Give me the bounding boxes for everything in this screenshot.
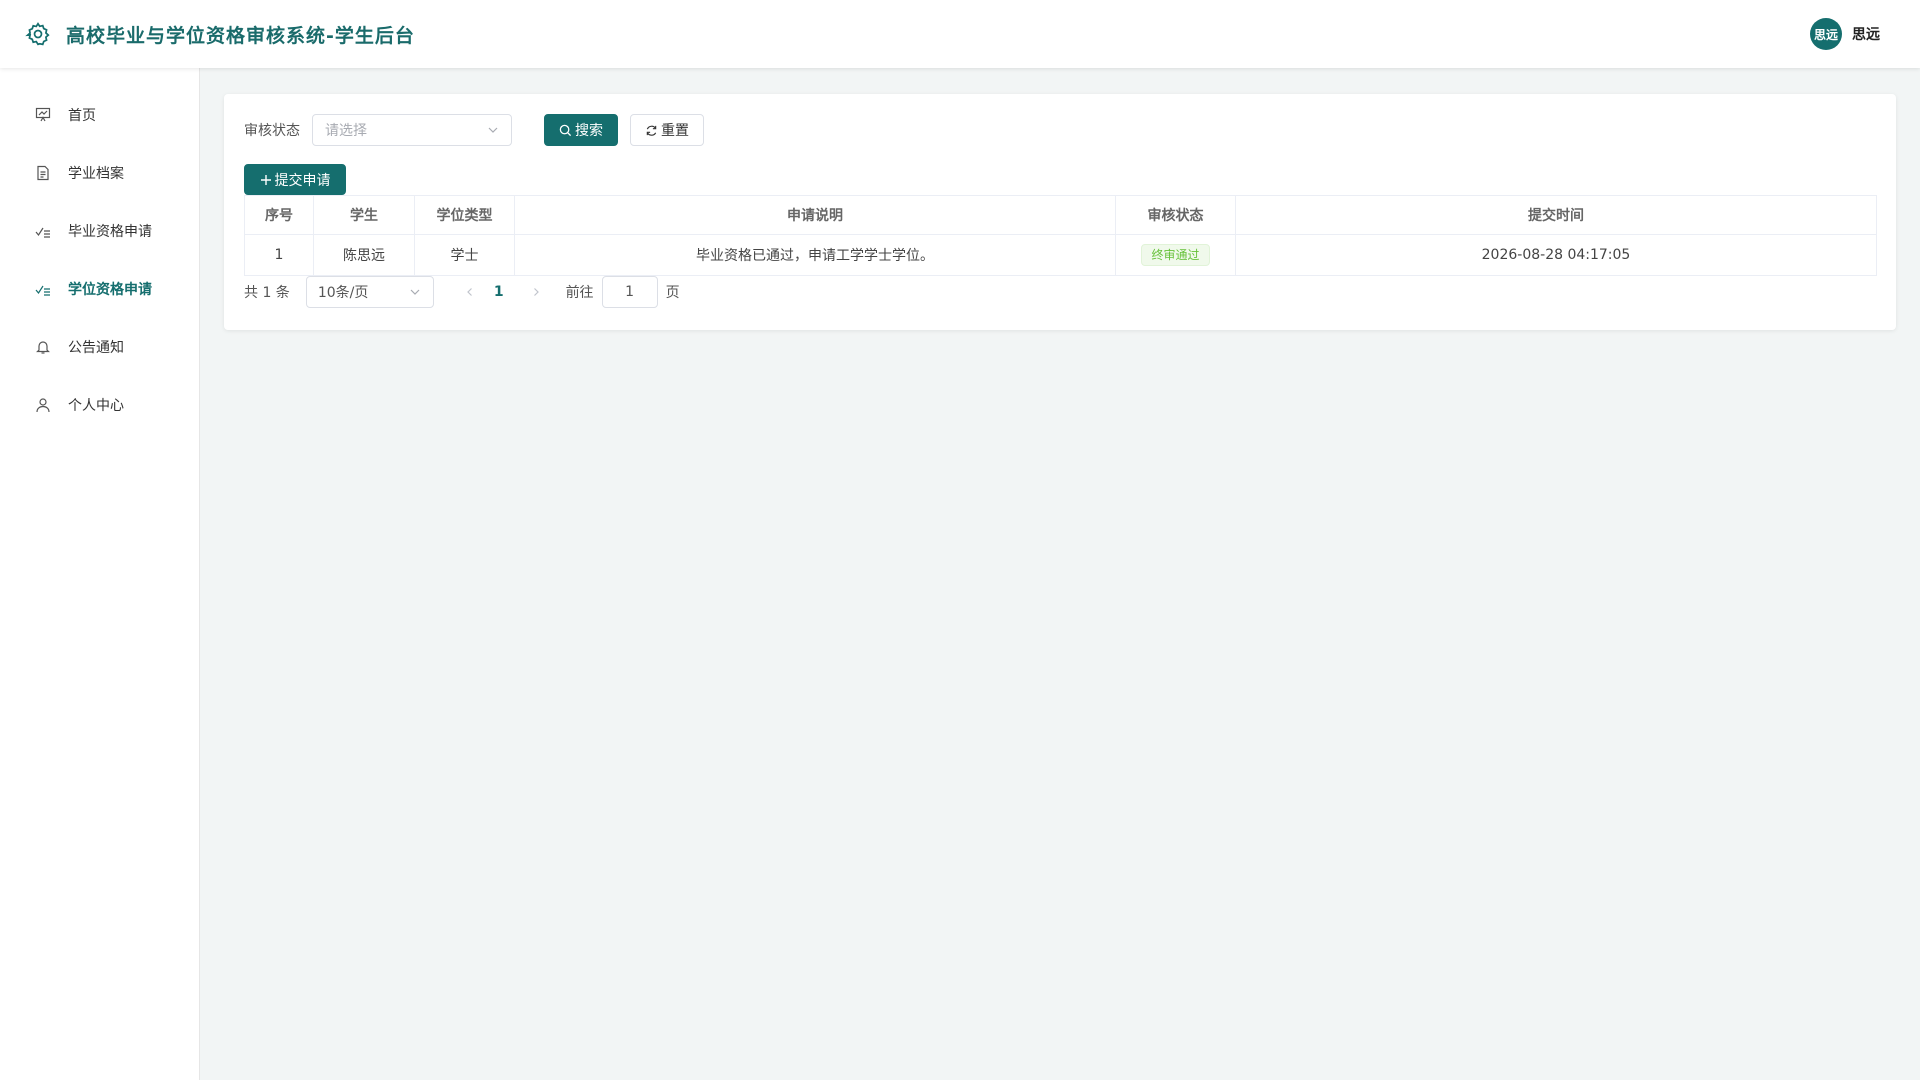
- presentation-icon: [34, 106, 52, 124]
- goto-label: 前往: [565, 285, 594, 301]
- user-menu[interactable]: 思远 思远: [1810, 18, 1880, 50]
- pagination: 共 1 条 10条/页 1 前往 页: [244, 276, 1876, 308]
- gear-icon: [24, 20, 52, 48]
- table-header-row: 序号 学生 学位类型 申请说明 审核状态 提交时间: [244, 195, 1877, 235]
- status-select-placeholder: 请选择: [325, 123, 367, 139]
- search-button[interactable]: 搜索: [544, 114, 618, 146]
- document-icon: [34, 164, 52, 182]
- cell-submitted-at: 2026-08-28 04:17:05: [1235, 234, 1877, 276]
- chevron-left-icon: [466, 288, 472, 296]
- applications-table: 序号 学生 学位类型 申请说明 审核状态 提交时间 1 陈思远 学士 毕业资格已…: [244, 195, 1877, 276]
- column-header-submitted-at: 提交时间: [1235, 195, 1877, 235]
- sidebar-item-academic-records[interactable]: 学业档案: [0, 144, 199, 202]
- cell-degree-type: 学士: [414, 234, 515, 276]
- column-header-description: 申请说明: [514, 195, 1116, 235]
- pagination-total: 共 1 条: [244, 285, 290, 301]
- sidebar-item-label: 学位资格申请: [68, 282, 152, 298]
- table-row[interactable]: 1 陈思远 学士 毕业资格已通过，申请工学学士学位。 终审通过 2026-08-…: [244, 234, 1877, 276]
- submit-application-label: 提交申请: [274, 172, 331, 189]
- sidebar-item-label: 毕业资格申请: [68, 224, 152, 240]
- column-header-index: 序号: [244, 195, 314, 235]
- sidebar: 首页 学业档案 毕业资格申请 学位资格申请 公告通知 个人中心: [0, 68, 200, 1080]
- sidebar-item-label: 学业档案: [68, 166, 124, 182]
- filter-bar: 审核状态 请选择 搜索 重置: [244, 114, 1876, 146]
- status-filter-label: 审核状态: [244, 123, 300, 139]
- chevron-down-icon: [487, 124, 499, 140]
- sidebar-item-label: 首页: [68, 108, 96, 124]
- cell-student: 陈思远: [313, 234, 415, 276]
- chevron-down-icon: [409, 286, 421, 302]
- next-page-button[interactable]: [528, 287, 544, 297]
- cell-index: 1: [244, 234, 314, 276]
- search-button-label: 搜索: [575, 123, 603, 139]
- chevron-right-icon: [533, 288, 539, 296]
- sidebar-item-label: 个人中心: [68, 398, 124, 414]
- reset-button[interactable]: 重置: [630, 114, 704, 146]
- sidebar-item-home[interactable]: 首页: [0, 86, 199, 144]
- checklist-icon: [34, 222, 52, 240]
- page-size-value: 10条/页: [317, 285, 369, 301]
- sidebar-item-profile[interactable]: 个人中心: [0, 376, 199, 434]
- toolbar: 提交申请: [244, 164, 1876, 195]
- page-size-select[interactable]: 10条/页: [305, 276, 434, 308]
- user-icon: [34, 396, 52, 414]
- reset-button-label: 重置: [661, 123, 689, 139]
- submit-application-button[interactable]: 提交申请: [244, 164, 346, 195]
- goto-page-input[interactable]: [601, 276, 658, 308]
- checklist-icon: [34, 280, 52, 298]
- goto-suffix: 页: [665, 285, 680, 301]
- column-header-status: 审核状态: [1115, 195, 1236, 235]
- avatar[interactable]: 思远: [1810, 18, 1842, 50]
- sidebar-item-degree-application[interactable]: 学位资格申请: [0, 260, 199, 318]
- app-title: 高校毕业与学位资格审核系统-学生后台: [66, 24, 415, 47]
- sidebar-item-label: 公告通知: [68, 340, 124, 356]
- column-header-degree-type: 学位类型: [414, 195, 515, 235]
- cell-description: 毕业资格已通过，申请工学学士学位。: [514, 234, 1116, 276]
- status-badge: 终审通过: [1141, 244, 1210, 266]
- plus-icon: [260, 174, 272, 186]
- sidebar-item-announcements[interactable]: 公告通知: [0, 318, 199, 376]
- cell-status: 终审通过: [1115, 234, 1236, 276]
- sidebar-item-graduation-application[interactable]: 毕业资格申请: [0, 202, 199, 260]
- refresh-icon: [645, 124, 658, 137]
- bell-icon: [34, 338, 52, 356]
- prev-page-button[interactable]: [462, 287, 478, 297]
- search-icon: [559, 124, 572, 137]
- username[interactable]: 思远: [1852, 24, 1880, 44]
- status-select[interactable]: 请选择: [312, 114, 512, 146]
- page-number-current[interactable]: 1: [494, 284, 504, 300]
- main-card: 审核状态 请选择 搜索 重置 提交申请 序号 学生 学位类型 申请说明 审核状态…: [224, 94, 1896, 330]
- column-header-student: 学生: [313, 195, 415, 235]
- top-header: 高校毕业与学位资格审核系统-学生后台 思远 思远: [0, 0, 1920, 68]
